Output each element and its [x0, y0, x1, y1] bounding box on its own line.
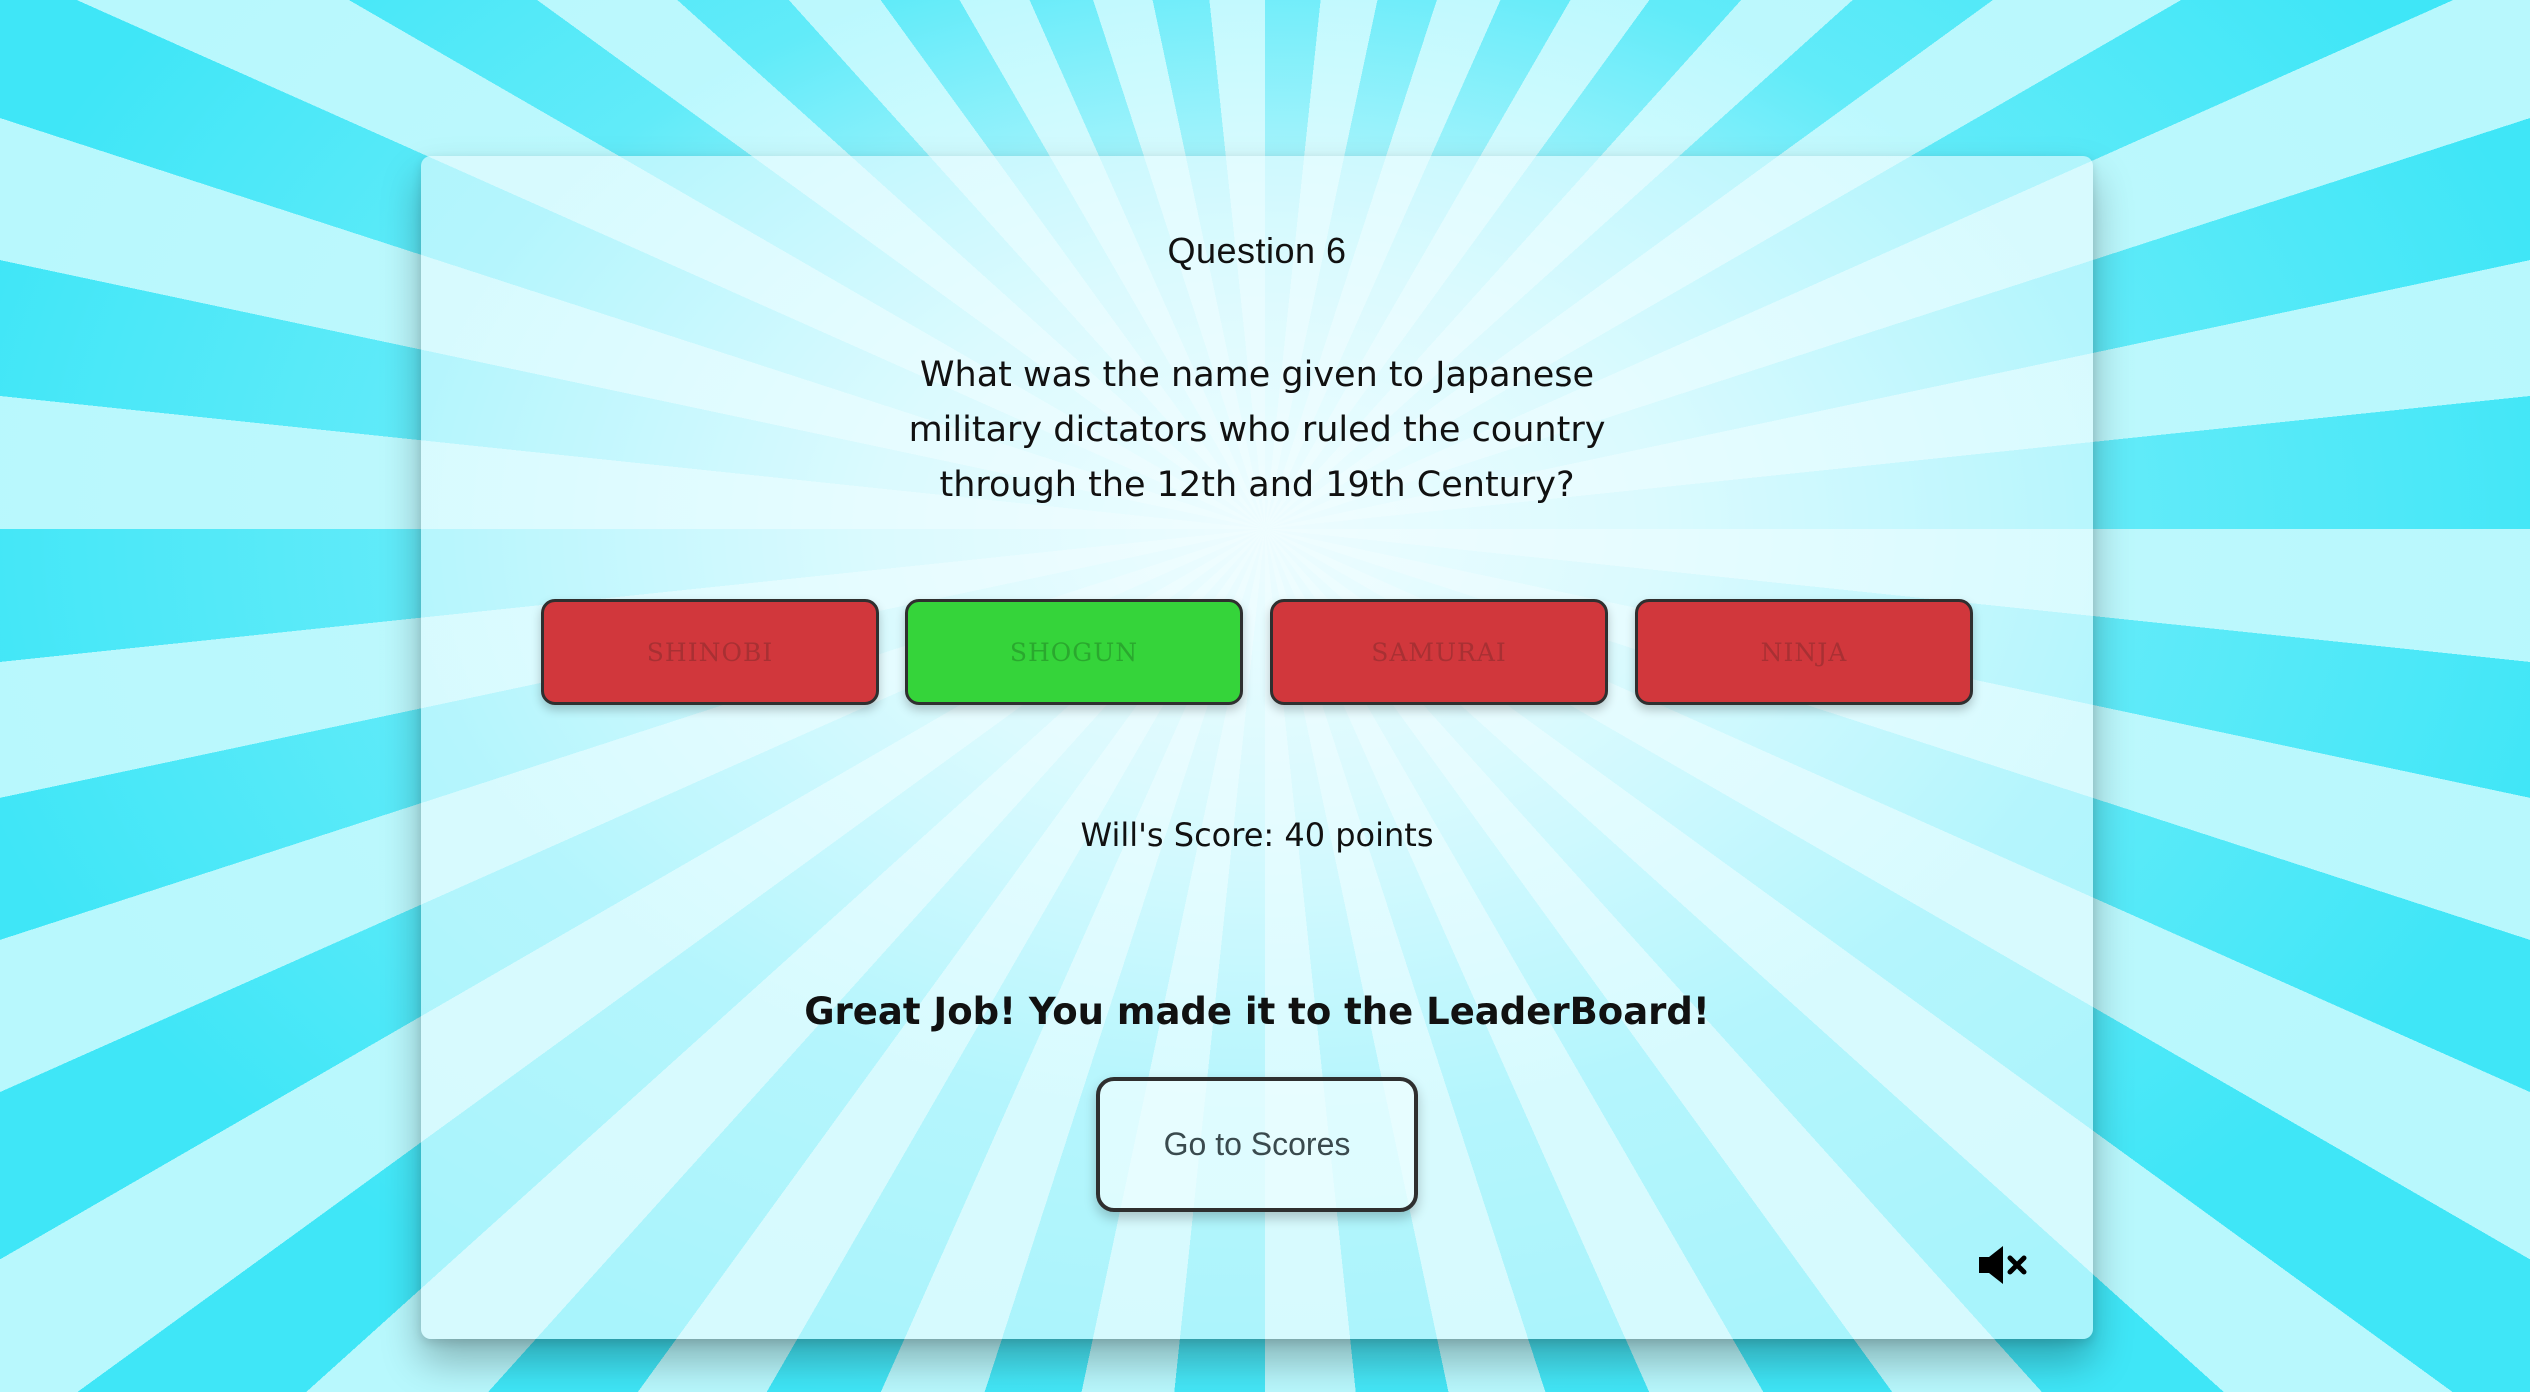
player-score: Will's Score: 40 points — [1080, 816, 1434, 854]
question-text: What was the name given to Japanese mili… — [908, 355, 1606, 505]
answer-button-samurai[interactable]: SAMURAI — [1270, 599, 1608, 705]
answer-options: SHINOBI SHOGUN SAMURAI NINJA — [541, 599, 1973, 705]
answer-button-shinobi[interactable]: SHINOBI — [541, 599, 879, 705]
speaker-muted-icon[interactable] — [1977, 1244, 2031, 1286]
leaderboard-message: Great Job! You made it to the LeaderBoar… — [804, 990, 1710, 1033]
quiz-card: Question 6 What was the name given to Ja… — [421, 156, 2093, 1339]
go-to-scores-button[interactable]: Go to Scores — [1096, 1077, 1418, 1212]
answer-button-ninja[interactable]: NINJA — [1635, 599, 1973, 705]
answer-button-shogun[interactable]: SHOGUN — [905, 599, 1243, 705]
question-number: Question 6 — [1167, 230, 1347, 271]
